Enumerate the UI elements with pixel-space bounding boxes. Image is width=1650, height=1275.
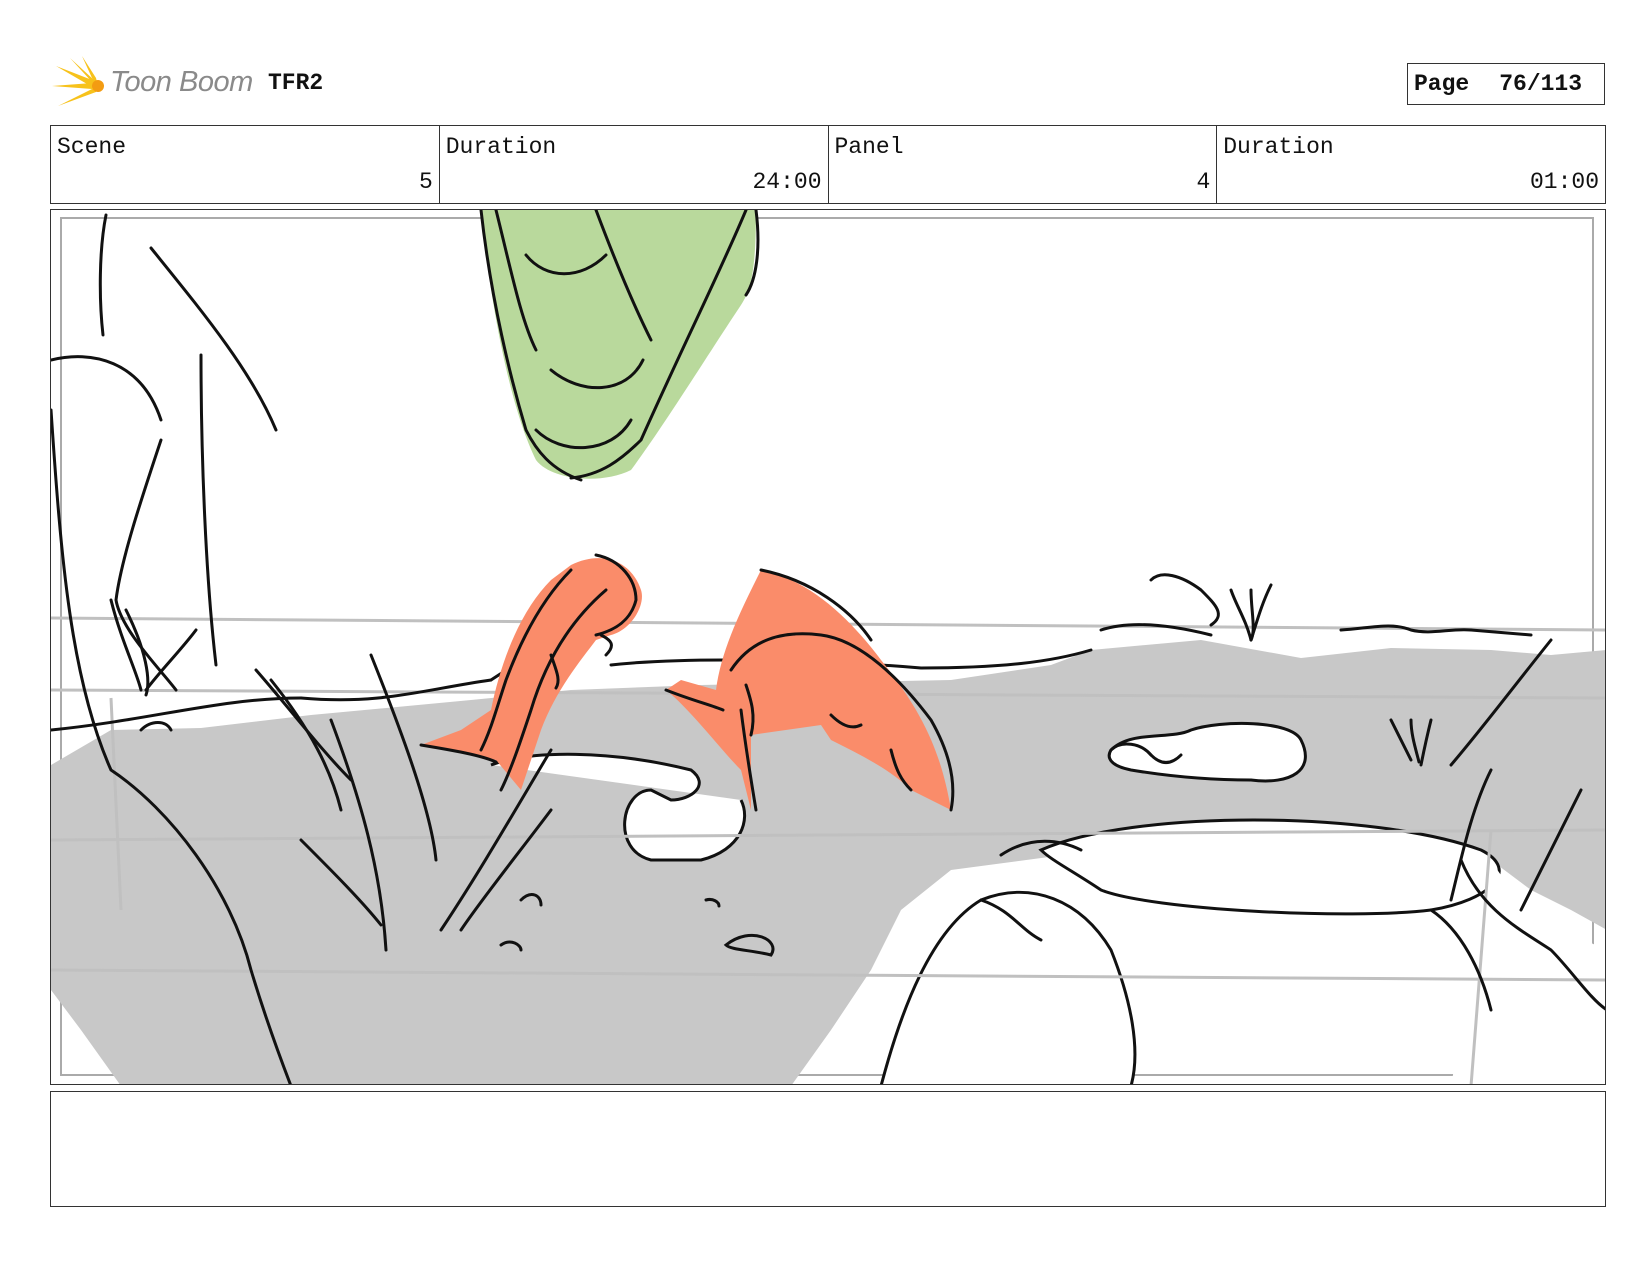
- page-indicator: Page 76/113: [1407, 63, 1605, 105]
- panel-value: 4: [1196, 169, 1211, 195]
- panel-info-bar: Scene 5 Duration 24:00 Panel 4 Duration …: [50, 125, 1606, 204]
- page-label: Page: [1414, 71, 1470, 97]
- leaf-shape: [479, 210, 760, 482]
- scene-duration-value: 24:00: [752, 169, 822, 195]
- scene-duration-cell: Duration 24:00: [440, 126, 829, 203]
- foreground-rock: [879, 890, 1137, 1084]
- panel-duration-cell: Duration 01:00: [1217, 126, 1605, 203]
- scene-duration-label: Duration: [445, 134, 557, 160]
- storyboard-sketch: [51, 210, 1605, 1084]
- project-title: TFR2: [268, 70, 324, 96]
- panel-cell: Panel 4: [829, 126, 1218, 203]
- panel-duration-value: 01:00: [1529, 169, 1599, 195]
- scene-label: Scene: [57, 134, 127, 160]
- storyboard-panel: [50, 209, 1606, 1085]
- panel-label: Panel: [834, 134, 904, 160]
- brand-name: Toon Boom: [110, 66, 253, 98]
- page-number: 76/113: [1499, 71, 1583, 97]
- panel-duration-label: Duration: [1223, 134, 1334, 160]
- scene-value: 5: [418, 169, 433, 195]
- scene-cell: Scene 5: [51, 126, 440, 203]
- panel-notes-box: [50, 1091, 1606, 1207]
